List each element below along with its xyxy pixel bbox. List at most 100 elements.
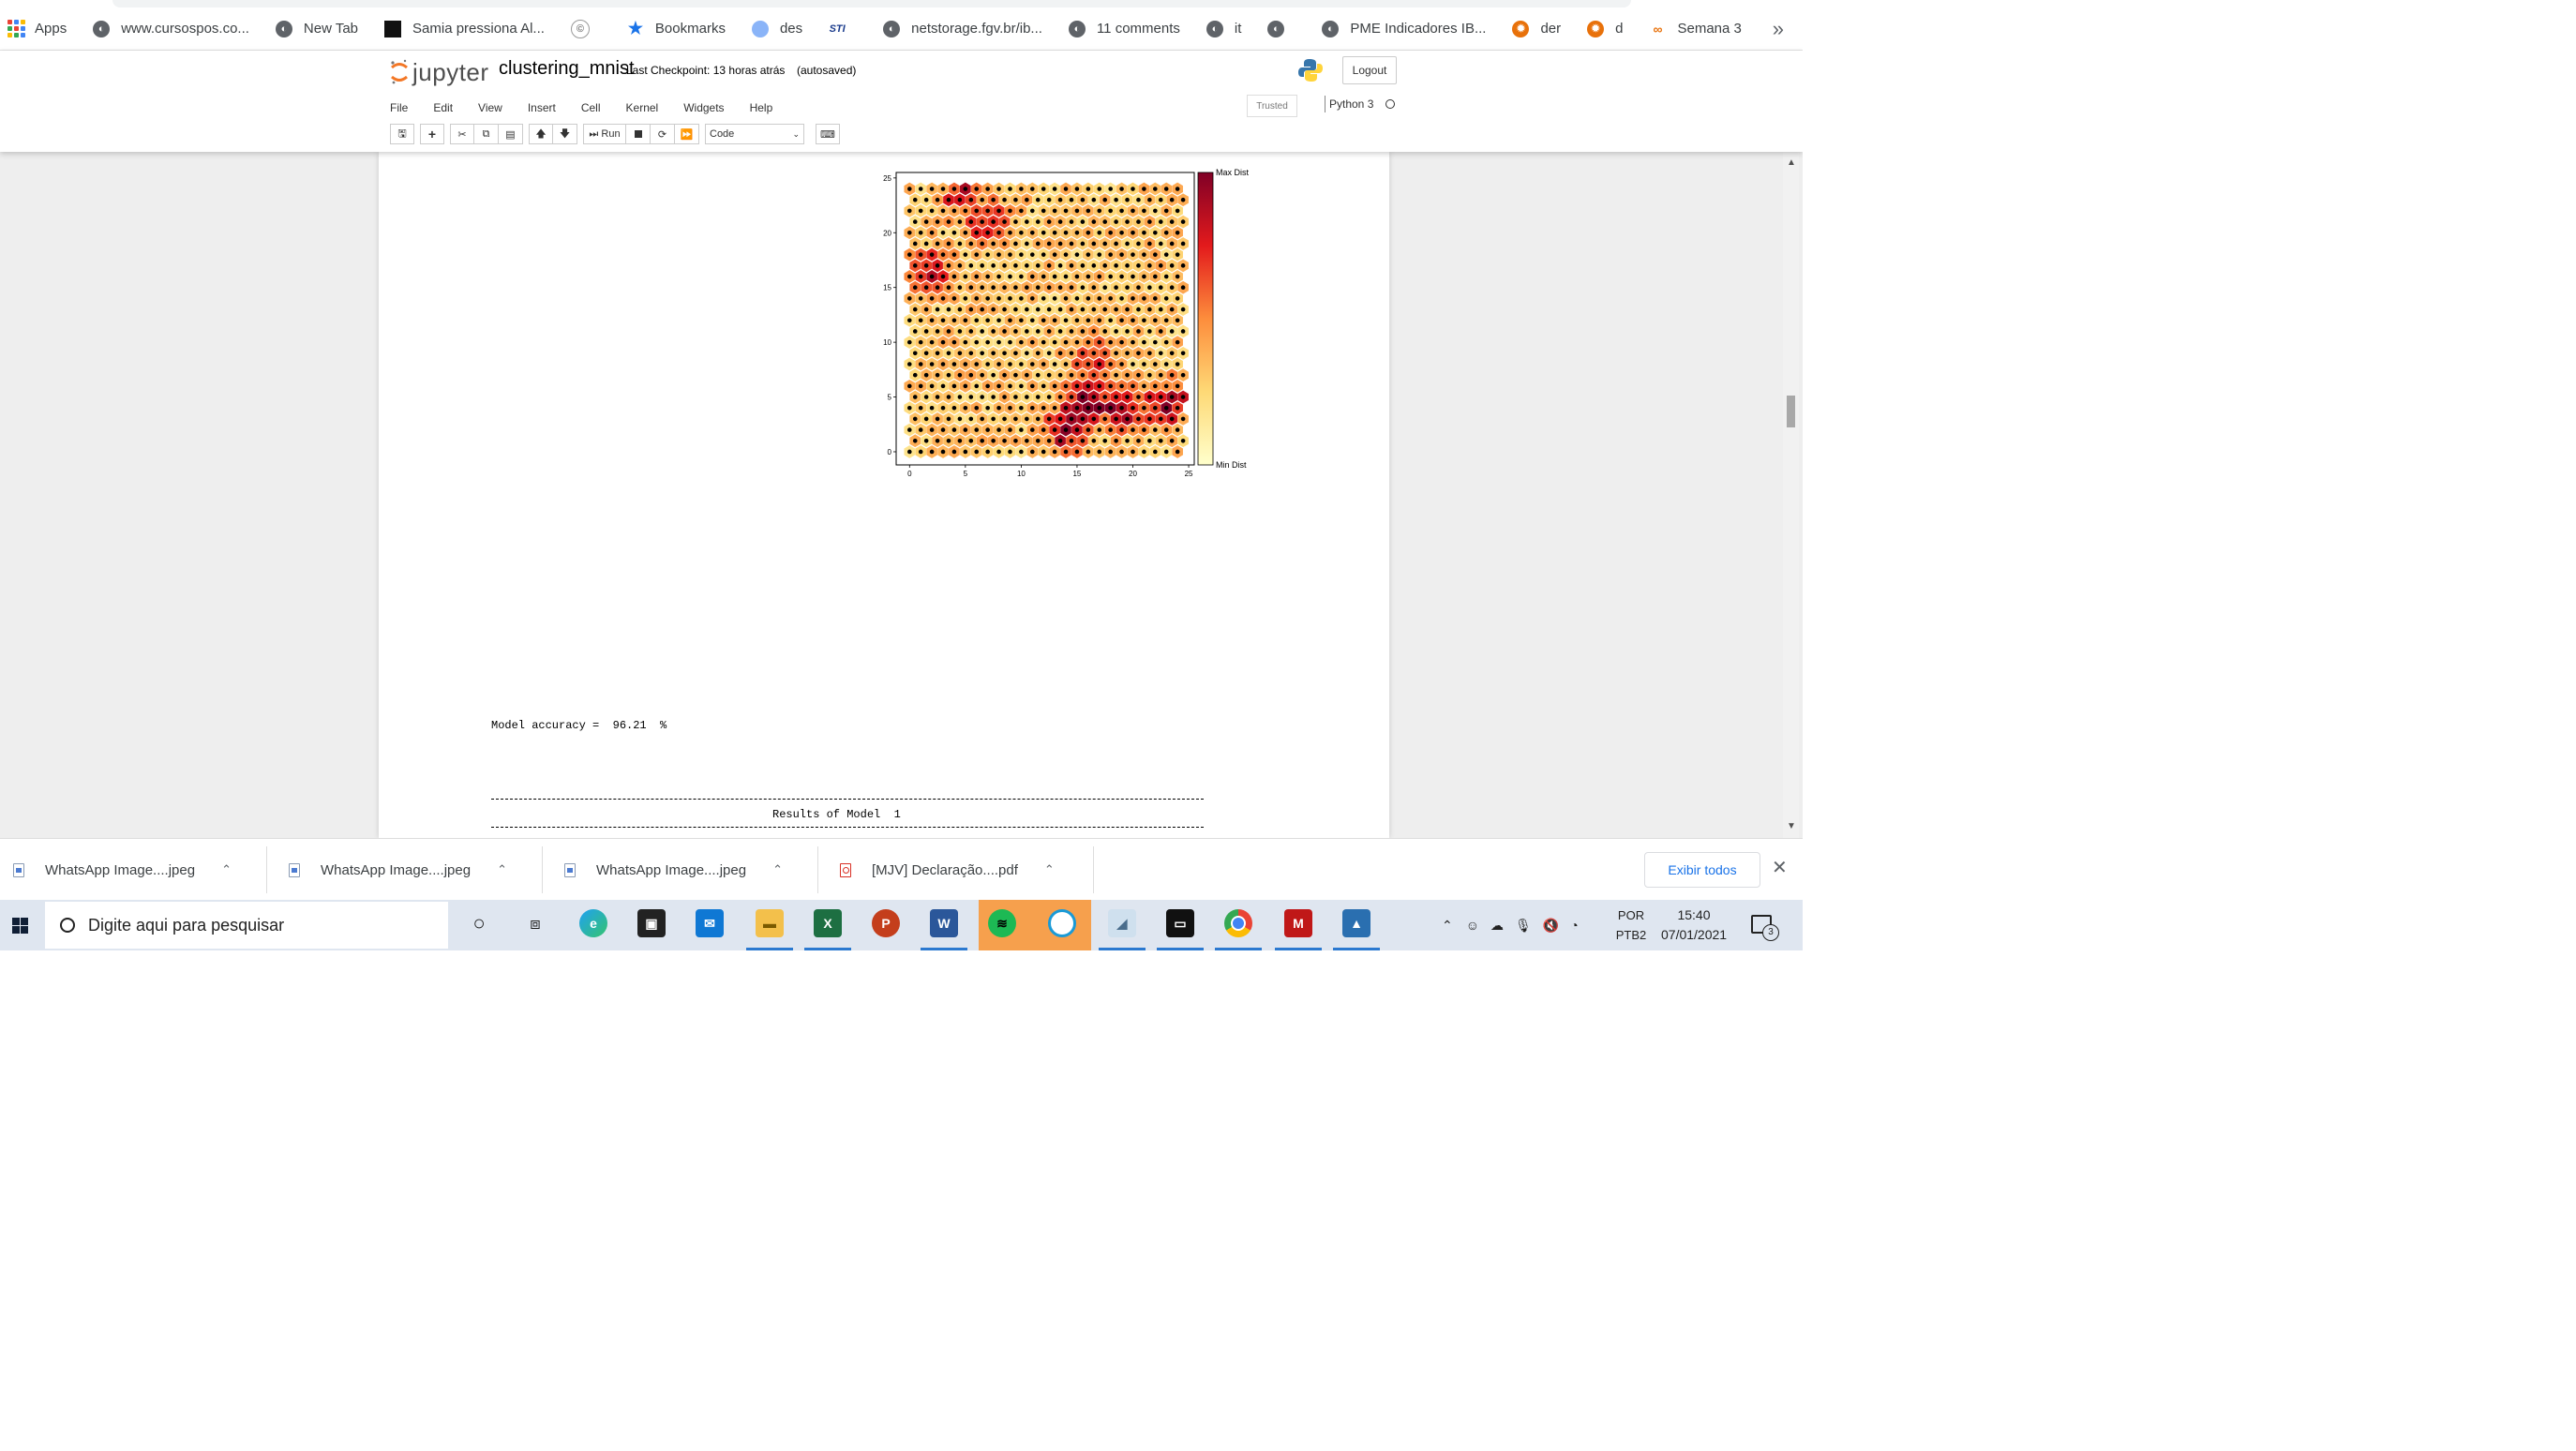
notebook-page: 0 5 10 15 20 25 0 5 10 15 20 25 Max Dist Min Dist M… [379, 152, 1389, 838]
logout-button[interactable]: Logout [1342, 56, 1397, 84]
menu-kernel[interactable]: Kernel [626, 101, 659, 114]
command-palette-button[interactable]: ⌨ [816, 124, 840, 144]
trusted-indicator[interactable]: Trusted [1247, 95, 1297, 117]
run-button[interactable]: ⏭ Run [583, 124, 626, 144]
terminal-icon[interactable]: ▭ [1166, 909, 1194, 937]
bookmark-item[interactable]: STI [829, 7, 857, 50]
menu-edit[interactable]: Edit [433, 101, 453, 114]
speaker-muted-icon[interactable]: 🔇 [1543, 918, 1559, 934]
som-node [957, 329, 963, 334]
som-node [1025, 329, 1029, 334]
som-node [1131, 383, 1135, 389]
chevron-up-icon[interactable]: ⌃ [497, 862, 507, 877]
cortana-icon[interactable]: ○ [465, 909, 493, 937]
show-all-downloads-button[interactable]: Exibir todos [1644, 852, 1760, 888]
som-node [957, 372, 963, 378]
edge-icon[interactable]: e [579, 909, 607, 937]
jupyter-logo[interactable]: jupyter [390, 56, 489, 88]
menu-insert[interactable]: Insert [528, 101, 556, 114]
restart-button[interactable]: ⟳ [651, 124, 675, 144]
excel-icon[interactable]: X [814, 909, 842, 937]
interrupt-button[interactable] [626, 124, 651, 144]
bookmark-item[interactable]: © [570, 7, 601, 50]
bookmark-item[interactable]: ∞ Semana 3 [1650, 7, 1742, 50]
insert-cell-button[interactable]: + [420, 124, 444, 144]
word-icon[interactable]: W [930, 909, 958, 937]
powerpoint-icon[interactable]: P [872, 909, 900, 937]
app-ring-icon[interactable] [1048, 909, 1076, 937]
close-icon[interactable]: ✕ [1772, 856, 1788, 879]
paste-button[interactable]: ▤ [499, 124, 523, 144]
task-view-icon[interactable]: ⧈ [521, 909, 549, 937]
divider [266, 846, 267, 893]
cut-button[interactable]: ✂ [450, 124, 474, 144]
som-node [1002, 219, 1007, 224]
bookmark-item[interactable]: Samia pressiona Al... [384, 7, 545, 50]
taskbar-search-box[interactable]: Digite aqui para pesquisar [45, 902, 448, 949]
download-filename: WhatsApp Image....jpeg [45, 861, 196, 878]
bookmark-item[interactable]: ✹ der [1512, 7, 1561, 50]
copy-button[interactable]: ⧉ [474, 124, 499, 144]
bookmark-item[interactable]: ◐ New Tab [275, 7, 358, 50]
chevron-up-icon[interactable]: ⌃ [221, 862, 232, 877]
cell-type-select[interactable]: Code ⌄ [705, 124, 804, 144]
menu-file[interactable]: File [390, 101, 408, 114]
bookmark-item[interactable]: des [751, 7, 802, 50]
bookmark-item[interactable]: ◐ PME Indicadores IB... [1322, 7, 1486, 50]
som-node [1030, 208, 1035, 214]
wifi-icon[interactable]: ◔ [1570, 918, 1578, 933]
bookmark-item[interactable]: ✹ d [1587, 7, 1624, 50]
som-node [1169, 285, 1175, 290]
store-icon[interactable]: ▣ [637, 909, 666, 937]
people-icon[interactable]: ☺ [1466, 918, 1479, 933]
mcafee-icon[interactable]: M [1284, 909, 1312, 937]
scroll-down-arrow-icon[interactable]: ▼ [1787, 821, 1796, 831]
chevron-up-icon[interactable]: ⌃ [1044, 862, 1055, 877]
som-node [951, 318, 957, 323]
mail-icon[interactable]: ✉ [696, 909, 724, 937]
app-slate-icon[interactable]: ◢ [1108, 909, 1136, 937]
start-button[interactable] [0, 900, 39, 950]
bookmark-item[interactable]: ◐ netstorage.fgv.br/ib... [883, 7, 1042, 50]
download-item[interactable]: WhatsApp Image....jpeg ⌃ [564, 839, 783, 901]
scrollbar-thumb[interactable] [1787, 396, 1795, 427]
bookmark-item[interactable]: ◐ 11 comments [1068, 7, 1180, 50]
bookmark-apps[interactable]: Apps [0, 7, 67, 50]
save-button[interactable]: 🖫 [390, 124, 414, 144]
som-node [1063, 274, 1069, 279]
som-node [974, 427, 980, 432]
menu-cell[interactable]: Cell [581, 101, 601, 114]
spotify-icon[interactable]: ≋ [988, 909, 1016, 937]
page-scrollbar[interactable] [1783, 152, 1799, 838]
move-down-button[interactable]: 🡇 [553, 124, 577, 144]
chevron-up-icon[interactable]: ⌃ [1442, 918, 1453, 934]
download-item[interactable]: WhatsApp Image....jpeg ⌃ [13, 839, 232, 901]
chrome-icon[interactable] [1224, 909, 1252, 937]
som-node [1069, 241, 1074, 247]
bookmark-item[interactable]: ◐ [1267, 7, 1295, 50]
taskbar-clock[interactable]: 15:40 07/01/2021 [1661, 905, 1727, 945]
download-item[interactable]: [MJV] Declaração....pdf ⌃ [840, 839, 1055, 901]
download-item[interactable]: WhatsApp Image....jpeg ⌃ [289, 839, 507, 901]
restart-run-all-button[interactable]: ⏩ [675, 124, 699, 144]
som-node [1142, 427, 1146, 432]
notebook-title[interactable]: clustering_mnist [499, 58, 635, 80]
system-tray: ⌃ ☺ ☁ 🎙 🔇 ◔ [1442, 900, 1590, 950]
menu-help[interactable]: Help [750, 101, 773, 114]
input-language[interactable]: POR PTB2 [1614, 905, 1648, 945]
menu-widgets[interactable]: Widgets [683, 101, 724, 114]
menu-view[interactable]: View [478, 101, 502, 114]
photos-icon[interactable]: ▲ [1342, 909, 1370, 937]
bookmark-folder-bookmarks[interactable]: ★ Bookmarks [627, 7, 726, 50]
file-explorer-icon[interactable]: ▬ [756, 909, 784, 937]
bookmark-label: der [1540, 21, 1562, 37]
microphone-icon[interactable]: 🎙 [1515, 918, 1532, 934]
bookmark-item[interactable]: ◐ it [1206, 7, 1241, 50]
scroll-up-arrow-icon[interactable]: ▲ [1787, 157, 1796, 168]
chevron-up-icon[interactable]: ⌃ [772, 862, 783, 877]
cloud-icon[interactable]: ☁ [1490, 918, 1504, 934]
bookmark-item[interactable]: ◐ www.cursospos.co... [93, 7, 249, 50]
som-node [935, 395, 940, 399]
bookmarks-overflow-button[interactable]: » [1773, 7, 1784, 50]
move-up-button[interactable]: 🡅 [529, 124, 553, 144]
